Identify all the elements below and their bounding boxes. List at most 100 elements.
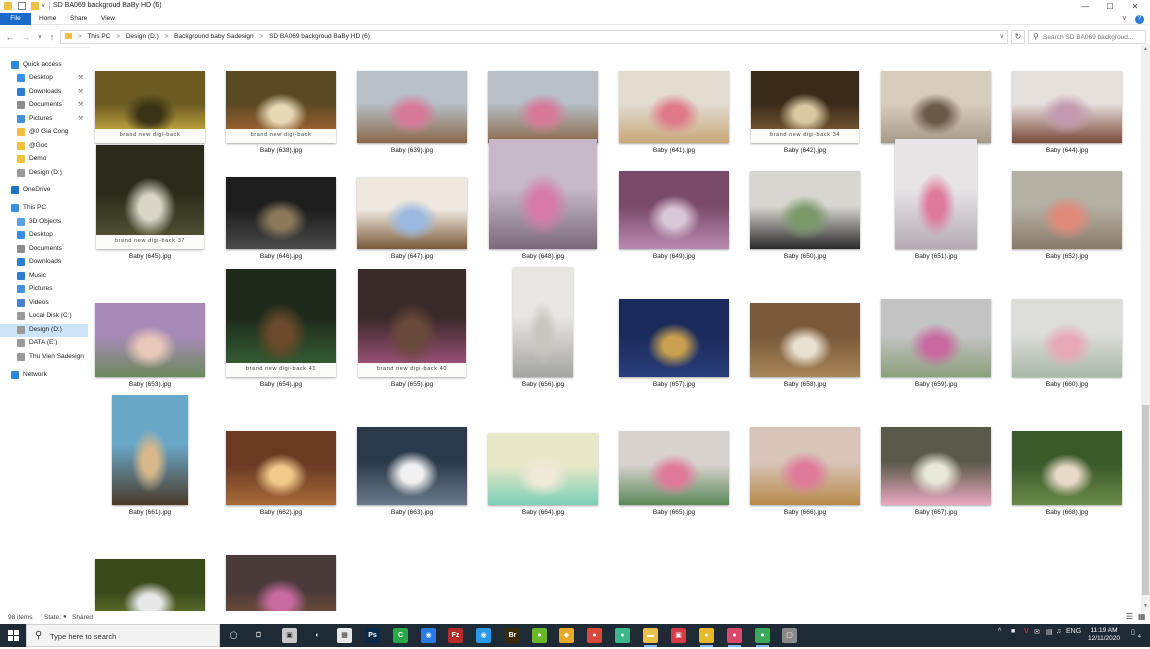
taskbar-app-app-red[interactable]: ●	[587, 628, 602, 643]
taskbar-app-app-multi[interactable]: ◆	[559, 628, 574, 643]
nav-item-pictures[interactable]: Pictures	[0, 283, 88, 296]
nav-item-quick-access[interactable]: Quick access	[0, 59, 88, 72]
file-thumbnail[interactable]	[750, 427, 860, 505]
minimize-button[interactable]: —	[1072, 0, 1098, 13]
taskbar-app-photoshop[interactable]: Ps	[365, 628, 380, 643]
vertical-scrollbar[interactable]: ▲ ▼	[1141, 45, 1150, 611]
file-item[interactable]: Baby (663).jpg	[352, 392, 472, 520]
file-thumbnail[interactable]	[489, 139, 597, 249]
tray-chevron-icon[interactable]: ^	[998, 628, 1001, 635]
nav-item-downloads[interactable]: Downloads	[0, 256, 88, 269]
network-icon[interactable]: ▤	[1046, 628, 1053, 636]
maximize-button[interactable]: ☐	[1097, 0, 1123, 13]
file-thumbnail[interactable]	[750, 171, 860, 249]
file-item[interactable]: Baby (661).jpg	[90, 392, 210, 520]
taskbar-app-filezilla[interactable]: Fz	[448, 628, 463, 643]
file-thumbnail[interactable]	[95, 303, 205, 377]
file-thumbnail[interactable]	[112, 395, 188, 505]
nav-item-0-gia-cong[interactable]: @0 Gia Cong	[0, 126, 88, 139]
customize-quick-access-toolbar[interactable]: ∨	[41, 2, 49, 10]
file-item[interactable]: Baby (656).jpg	[483, 264, 603, 392]
taskbar-app-chrome-1[interactable]: ●	[699, 628, 714, 647]
tab-home[interactable]: Home	[39, 13, 56, 25]
taskbar-app-app-crimson[interactable]: ▣	[671, 628, 686, 643]
file-thumbnail[interactable]: brand new digi-back 34	[751, 71, 859, 143]
tab-share[interactable]: Share	[70, 13, 87, 25]
nav-item-demo[interactable]: Demo	[0, 153, 88, 166]
taskbar-app-app-3[interactable]: ▦	[337, 628, 352, 643]
file-item[interactable]: Baby (669).jpg	[90, 520, 210, 611]
file-thumbnail[interactable]	[357, 71, 467, 143]
refresh-button[interactable]: ↻	[1011, 30, 1025, 44]
nav-item-pictures[interactable]: Pictures ⚒	[0, 113, 88, 126]
file-thumbnail[interactable]: brand new digi-back	[226, 71, 336, 143]
nav-item-desktop[interactable]: Desktop ⚒	[0, 72, 88, 85]
file-item[interactable]: Baby (668).jpg	[1007, 392, 1127, 520]
address-dropdown[interactable]: ∨	[1000, 33, 1004, 40]
file-thumbnail[interactable]	[1012, 171, 1122, 249]
file-item[interactable]: brand new digi-back 41 Baby (654).jpg	[221, 264, 341, 392]
file-item[interactable]: Baby (657).jpg	[614, 264, 734, 392]
taskbar-app-app-gray[interactable]: ▢	[782, 628, 797, 643]
nav-item-music[interactable]: Music	[0, 270, 88, 283]
volume-icon[interactable]: ♫	[1056, 628, 1061, 635]
file-item[interactable]: Baby (648).jpg	[483, 136, 603, 264]
nav-item-design-d[interactable]: Design (D:)	[0, 324, 88, 337]
taskbar-app-task-view[interactable]: ⎕	[251, 628, 266, 643]
file-thumbnail[interactable]	[95, 559, 205, 611]
file-thumbnail[interactable]	[895, 139, 977, 249]
nav-item-network[interactable]: Network	[0, 369, 88, 382]
file-thumbnail[interactable]	[1012, 71, 1122, 143]
taskbar-app-bridge[interactable]: Br	[505, 628, 520, 643]
taskbar-app-chrome-3[interactable]: ●	[755, 628, 770, 647]
file-item[interactable]: Baby (649).jpg	[614, 136, 734, 264]
tab-file[interactable]: File	[0, 13, 31, 25]
recent-locations-button[interactable]: ∨	[34, 31, 46, 43]
taskbar-search-box[interactable]: ⚲ Type here to search	[26, 624, 220, 647]
tray-v-icon[interactable]: V	[1024, 628, 1029, 635]
clock[interactable]: 11:19 AM 12/11/2020	[1082, 627, 1126, 643]
nav-item-this-pc[interactable]: This PC	[0, 202, 88, 215]
file-item[interactable]: Baby (652).jpg	[1007, 136, 1127, 264]
file-thumbnail[interactable]	[226, 555, 336, 611]
nav-item-goc[interactable]: @Goc	[0, 140, 88, 153]
file-item[interactable]: Baby (662).jpg	[221, 392, 341, 520]
file-thumbnail[interactable]	[619, 431, 729, 505]
properties-icon[interactable]	[18, 2, 26, 10]
file-thumbnail[interactable]	[226, 177, 336, 249]
taskbar-app-app-green[interactable]: C	[393, 628, 408, 643]
scroll-up-arrow[interactable]: ▲	[1141, 45, 1150, 54]
file-thumbnail[interactable]	[881, 427, 991, 505]
tab-view[interactable]: View	[101, 13, 115, 25]
file-thumbnail[interactable]: brand new digi-back 37	[96, 145, 204, 249]
file-thumbnail[interactable]	[750, 303, 860, 377]
file-thumbnail[interactable]	[357, 177, 467, 249]
taskbar-app-app-1[interactable]: ▣	[282, 628, 297, 643]
large-icons-view-icon[interactable]: ▦	[1138, 612, 1146, 621]
file-item[interactable]: Baby (670).jpg	[221, 520, 341, 611]
close-button[interactable]: ✕	[1122, 0, 1148, 13]
search-box[interactable]: ⚲	[1028, 30, 1146, 44]
file-thumbnail[interactable]	[1012, 431, 1122, 505]
nav-item-desktop[interactable]: Desktop	[0, 229, 88, 242]
nav-item-local-disk-c[interactable]: Local Disk (C:)	[0, 310, 88, 323]
taskbar-app-app-2[interactable]: ◐	[310, 628, 325, 643]
file-item[interactable]: Baby (664).jpg	[483, 392, 603, 520]
taskbar-app-app-lime[interactable]: ●	[532, 628, 547, 643]
file-item[interactable]: Baby (659).jpg	[876, 264, 996, 392]
scrollbar-thumb[interactable]	[1142, 405, 1149, 595]
forward-button[interactable]: →	[20, 31, 32, 43]
nav-item-documents[interactable]: Documents ⚒	[0, 99, 88, 112]
file-item[interactable]: Baby (667).jpg	[876, 392, 996, 520]
tray-mail-icon[interactable]: ✉	[1034, 628, 1040, 636]
file-item[interactable]: Baby (658).jpg	[745, 264, 865, 392]
nav-item-thu-vien-sadesign[interactable]: Thu Vien Sadesign	[0, 351, 88, 364]
file-thumbnail[interactable]: brand new digi-back 41	[226, 269, 336, 377]
file-thumbnail[interactable]: brand new digi-back	[95, 71, 205, 143]
nav-item-onedrive[interactable]: OneDrive	[0, 184, 88, 197]
breadcrumb-background-baby[interactable]: Background baby Sadesign	[174, 33, 254, 40]
file-thumbnail[interactable]: brand new digi-back 40	[358, 269, 466, 377]
taskbar-app-cortana[interactable]: ◯	[226, 628, 241, 643]
file-item[interactable]: Baby (646).jpg	[221, 136, 341, 264]
file-thumbnail[interactable]	[513, 267, 573, 377]
